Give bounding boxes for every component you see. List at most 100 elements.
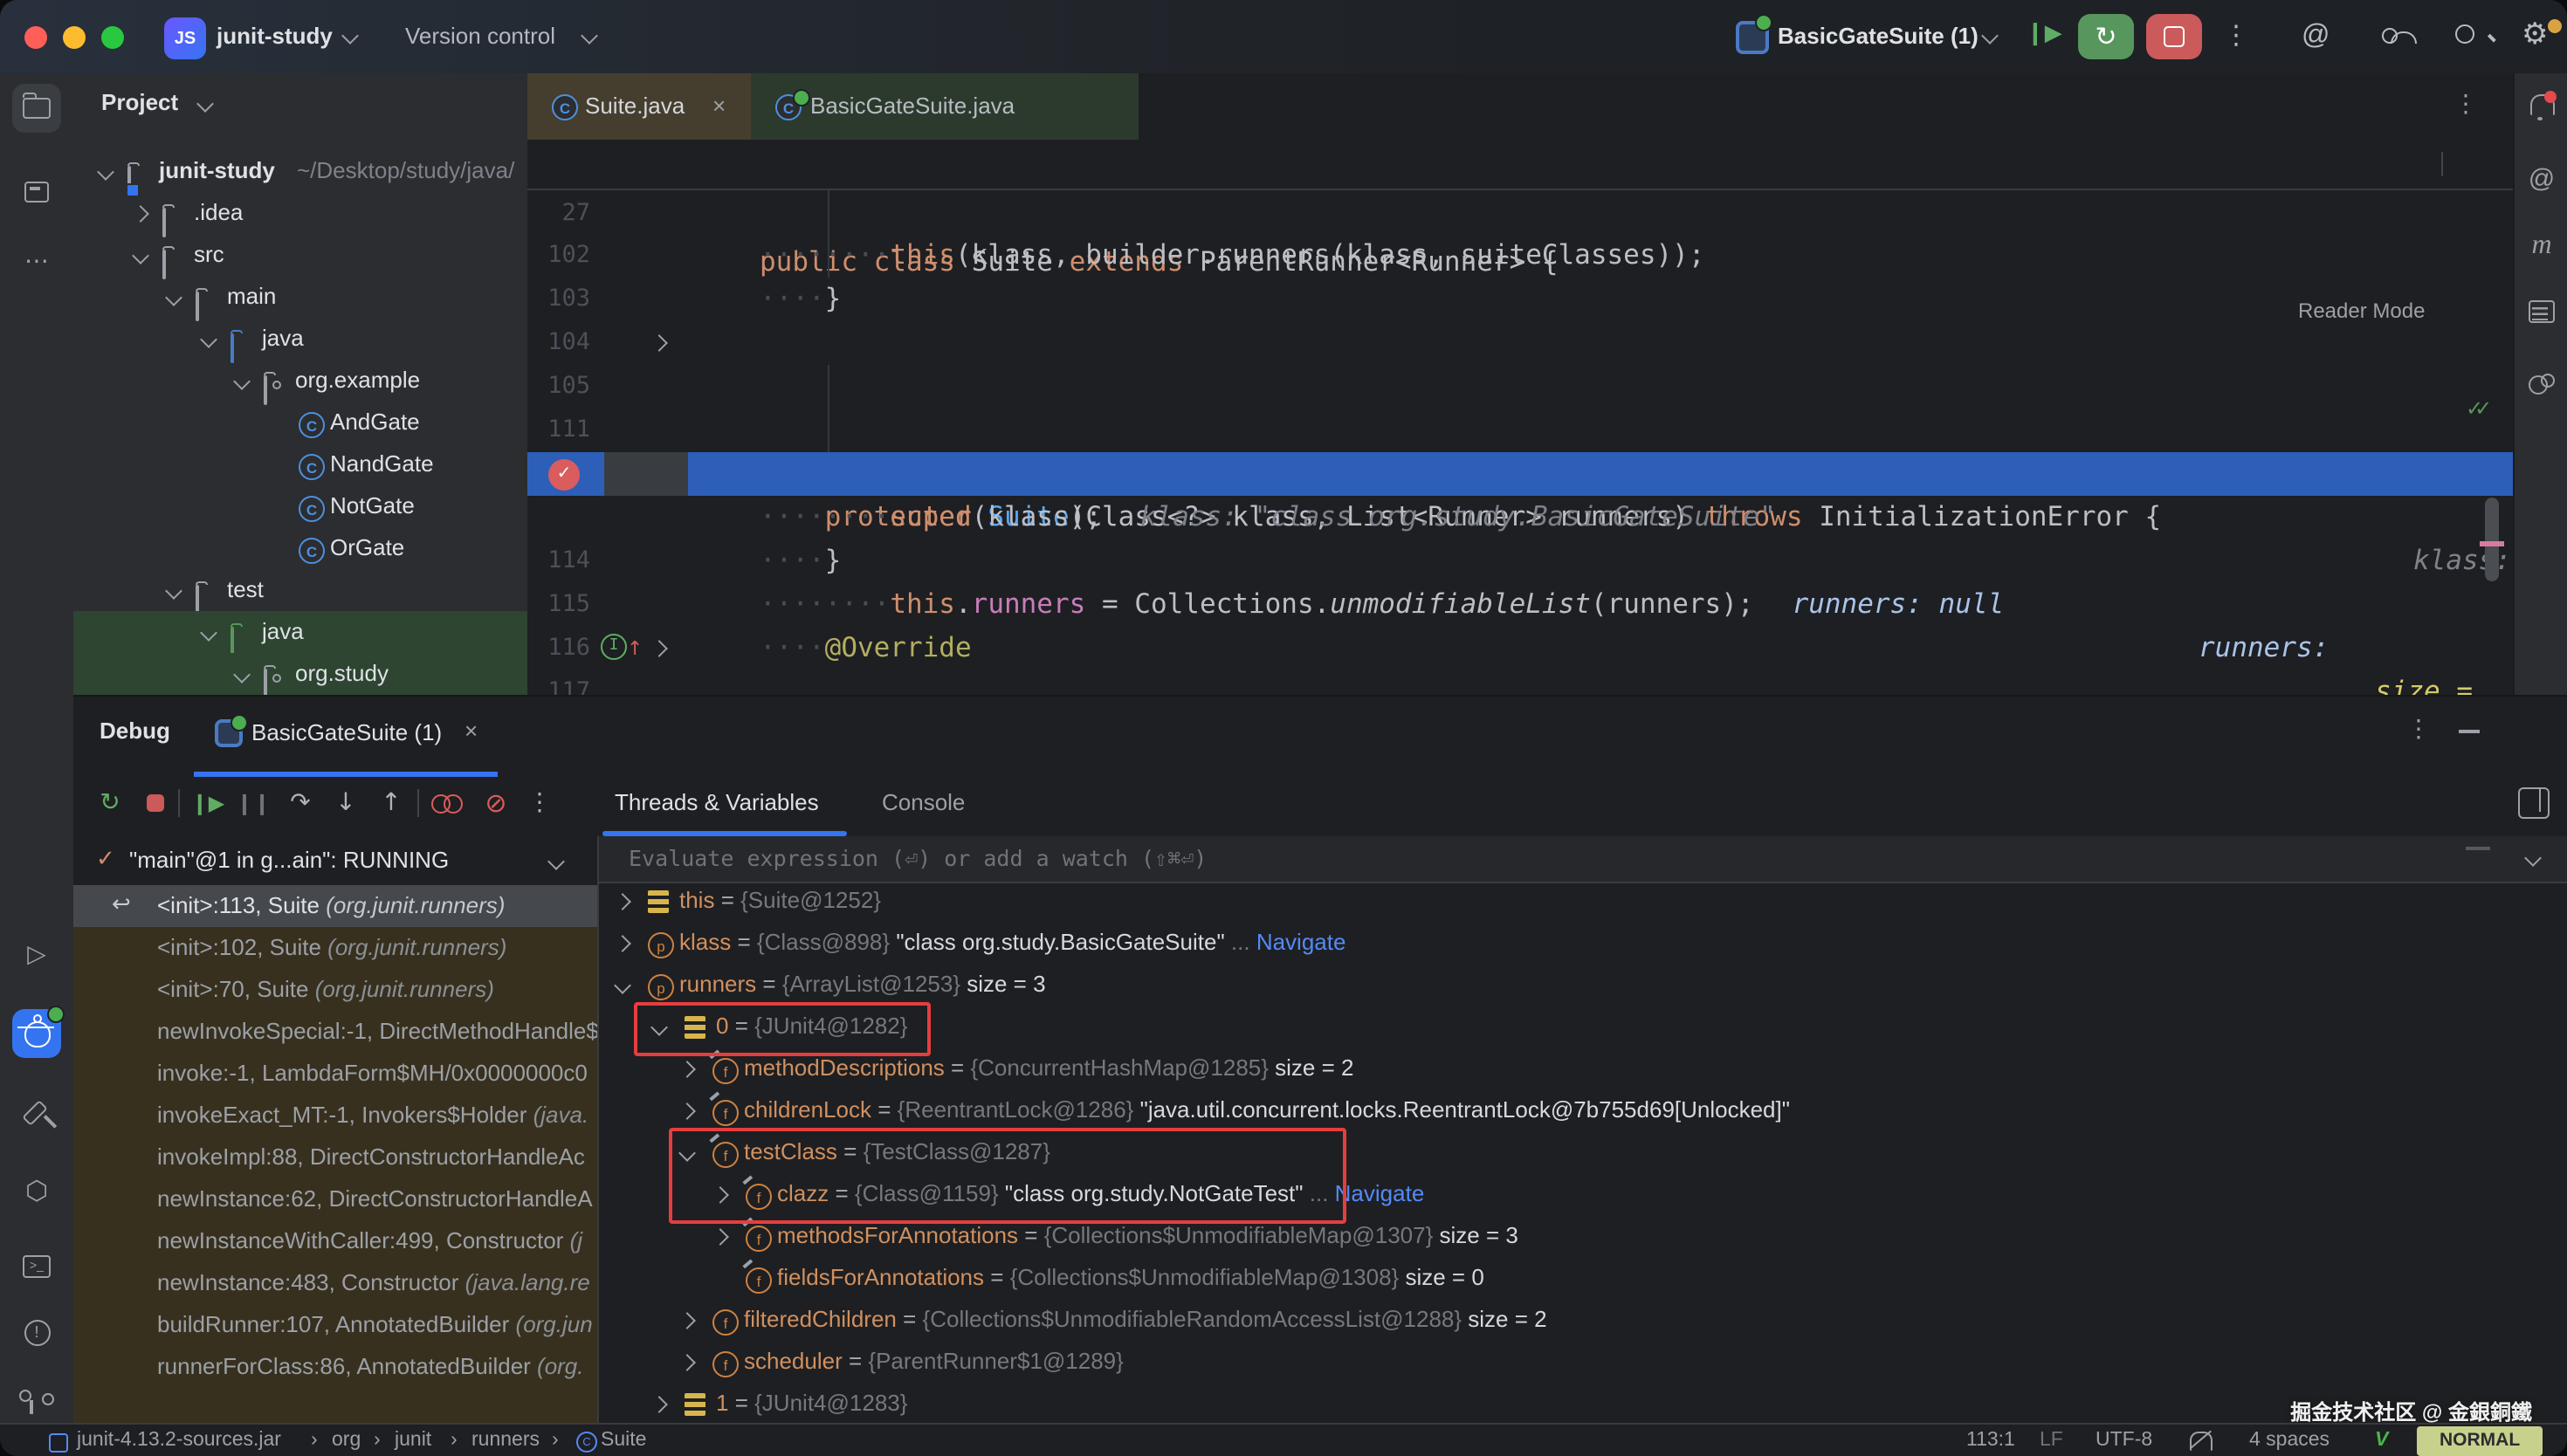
frame-row[interactable]: buildRunner:107, AnnotatedBuilder (org.j… — [73, 1304, 597, 1346]
breadcrumb-org[interactable]: org — [332, 1425, 361, 1456]
tab-threads-variables[interactable]: Threads & Variables — [615, 789, 819, 815]
frame-row[interactable]: invokeExact_MT:-1, Invokers$Holder (java… — [73, 1095, 597, 1137]
ai-chat-icon[interactable]: @ — [2515, 164, 2567, 194]
variable-row-klass[interactable]: p klass = {Class@898} "class org.study.B… — [599, 922, 2567, 964]
rerun-debug-button[interactable]: ↻ — [2078, 14, 2134, 59]
tree-item-junit-study[interactable]: junit-study ~/Desktop/study/java/ — [73, 150, 527, 192]
hide-panel-icon[interactable] — [2459, 730, 2480, 733]
evaluate-expression-input[interactable]: Evaluate expression (⏎) or add a watch (… — [599, 836, 2567, 883]
override-marker-icon[interactable]: I — [601, 634, 627, 660]
stop-button[interactable] — [2146, 14, 2202, 59]
fold-chevron-icon[interactable] — [650, 640, 668, 657]
frame-row[interactable]: <init>:70, Suite (org.junit.runners) — [73, 969, 597, 1011]
zoom-window-button[interactable] — [101, 26, 124, 49]
step-over-icon[interactable]: ↷ — [281, 784, 320, 822]
step-out-icon[interactable]: ↑ — [372, 784, 410, 822]
code-line-104[interactable]: 104 — [527, 278, 2513, 321]
variable-row-childrenlock[interactable]: f childrenLock = {ReentrantLock@1286} "j… — [599, 1089, 2567, 1131]
tree-item-java-main[interactable]: java — [73, 318, 527, 360]
caret-position[interactable]: 113:1 — [1966, 1425, 2015, 1456]
indent-setting[interactable]: 4 spaces — [2249, 1425, 2330, 1456]
code-line-113-execution-point[interactable]: ✓ ········this.runners = Collections.unm… — [527, 452, 2513, 496]
breadcrumb-jar[interactable]: junit-4.13.2-sources.jar — [77, 1425, 281, 1456]
code-line-115[interactable]: 115 — [527, 539, 2513, 583]
more-tools-icon[interactable]: ⋯ — [12, 237, 61, 286]
error-stripe-mark[interactable] — [2480, 541, 2504, 546]
notifications-bell-icon[interactable] — [2515, 94, 2567, 120]
tree-item-src[interactable]: src — [73, 234, 527, 276]
tree-item-orgate[interactable]: C OrGate — [73, 527, 527, 569]
file-encoding[interactable]: UTF-8 — [2096, 1425, 2152, 1456]
git-tool-icon[interactable] — [12, 1376, 61, 1425]
code-line-117[interactable]: 117 I ↑ ····protected List<Runner> getCh… — [527, 627, 2513, 670]
thread-status-row[interactable]: ✓ "main"@1 in g...ain": RUNNING — [73, 836, 597, 885]
breadcrumb-suite[interactable]: Suite — [601, 1425, 646, 1456]
tree-item-test[interactable]: test — [73, 569, 527, 611]
frame-row[interactable]: runnerForClass:86, AnnotatedBuilder (org… — [73, 1346, 597, 1388]
collaboration-tool-icon[interactable] — [2515, 374, 2567, 400]
code-line-116[interactable]: 116····@Override — [527, 583, 2513, 627]
tree-item-andgate[interactable]: C AndGate — [73, 402, 527, 443]
terminal-tool-icon[interactable]: >_ — [12, 1241, 61, 1290]
breakpoint-icon[interactable]: ✓ — [548, 458, 580, 490]
chevron-down-icon[interactable] — [547, 853, 565, 870]
frame-row[interactable]: invokeImpl:88, DirectConstructorHandleAc — [73, 1137, 597, 1178]
tree-item-idea[interactable]: .idea — [73, 192, 527, 234]
build-tool-icon[interactable] — [12, 1088, 61, 1137]
run-config-selector[interactable]: BasicGateSuite (1) — [1778, 23, 1979, 49]
code-line-103[interactable]: 103····} — [527, 234, 2513, 278]
view-breakpoints-icon[interactable] — [428, 784, 466, 822]
code-line-102[interactable]: 102········this(klass, builder.runners(k… — [527, 190, 2513, 234]
resume-icon[interactable]: ❙▶ — [189, 784, 227, 822]
tree-item-nandgate[interactable]: C NandGate — [73, 443, 527, 485]
rerun-icon[interactable]: ↻ — [91, 784, 129, 822]
close-session-icon[interactable]: × — [465, 718, 478, 744]
minimize-window-button[interactable] — [63, 26, 86, 49]
tree-item-org-example[interactable]: org.example — [73, 360, 527, 402]
editor-tab-suite-java[interactable]: C Suite.java × — [527, 73, 751, 143]
eval-history-icon[interactable] — [2466, 847, 2490, 850]
frame-row[interactable]: <init>:102, Suite (org.junit.runners) — [73, 927, 597, 969]
variable-row-scheduler[interactable]: f scheduler = {ParentRunner$1@1289} — [599, 1341, 2567, 1383]
variable-row-runners[interactable]: p runners = {ArrayList@1253} size = 3 — [599, 964, 2567, 1006]
tab-console[interactable]: Console — [882, 789, 965, 815]
tree-item-org-study[interactable]: org.study — [73, 653, 527, 695]
project-menu-button[interactable]: junit-study — [217, 23, 333, 49]
step-into-icon[interactable]: ↓ — [327, 784, 365, 822]
editor-tab-basicgatesuite-java[interactable]: C BasicGateSuite.java — [751, 73, 1139, 140]
stop-icon[interactable] — [136, 784, 175, 822]
variable-row-1-junit4[interactable]: 1 = {JUnit4@1283} — [599, 1383, 2567, 1425]
variable-row-this[interactable]: this = {Suite@1252} — [599, 880, 2567, 922]
tree-item-main[interactable]: main — [73, 276, 527, 318]
documentation-tool-icon[interactable] — [2515, 300, 2567, 328]
frame-row[interactable]: newInstance:62, DirectConstructorHandleA — [73, 1178, 597, 1220]
variable-row-filteredchildren[interactable]: f filteredChildren = {Collections$Unmodi… — [599, 1299, 2567, 1341]
tree-item-java-test[interactable]: java — [73, 611, 527, 653]
vcs-menu-button[interactable]: Version control — [405, 23, 555, 49]
frame-row[interactable]: newInvokeSpecial:-1, DirectMethodHandle$… — [73, 1011, 597, 1053]
frame-row[interactable]: newInstanceWithCaller:499, Constructor (… — [73, 1220, 597, 1262]
code-line-112[interactable]: 112 ········super(klass);klass: "class o… — [527, 409, 2513, 452]
frame-row[interactable]: newInstance:483, Constructor (java.lang.… — [73, 1262, 597, 1304]
add-user-icon[interactable] — [2382, 21, 2417, 51]
debug-tool-icon-active[interactable] — [12, 1009, 61, 1058]
line-separator[interactable]: LF — [2040, 1425, 2063, 1456]
debug-panel-title[interactable]: Debug — [100, 718, 170, 744]
services-tool-icon[interactable]: ⬡ — [12, 1166, 61, 1215]
breadcrumb-runners[interactable]: runners — [471, 1425, 540, 1456]
sticky-code-line[interactable]: 27 public class Suite extends ParentRunn… — [527, 140, 2513, 190]
tree-item-notgate[interactable]: C NotGate — [73, 485, 527, 527]
editor-options-kebab-icon[interactable]: ⋮ — [2453, 91, 2478, 119]
more-actions-kebab-icon[interactable]: ⋮ — [2223, 19, 2249, 51]
editor-scrollbar[interactable] — [2485, 498, 2499, 581]
code-line-114[interactable]: 114····} — [527, 496, 2513, 539]
search-icon[interactable] — [2455, 21, 2490, 51]
code-line-111[interactable]: 111 @ ····protected Suite(Class<?> klass… — [527, 365, 2513, 409]
layout-settings-icon[interactable] — [2518, 787, 2550, 819]
toolbar-kebab-icon[interactable]: ⋮ — [520, 784, 559, 822]
maven-tool-icon[interactable]: m — [2515, 230, 2567, 262]
variable-row-fieldsforannotations[interactable]: f fieldsForAnnotations = {Collections$Un… — [599, 1257, 2567, 1299]
chevron-down-icon[interactable] — [196, 95, 214, 113]
project-tool-icon[interactable] — [12, 84, 61, 133]
frame-row[interactable]: invoke:-1, LambdaForm$MH/0x0000000c0 — [73, 1053, 597, 1095]
